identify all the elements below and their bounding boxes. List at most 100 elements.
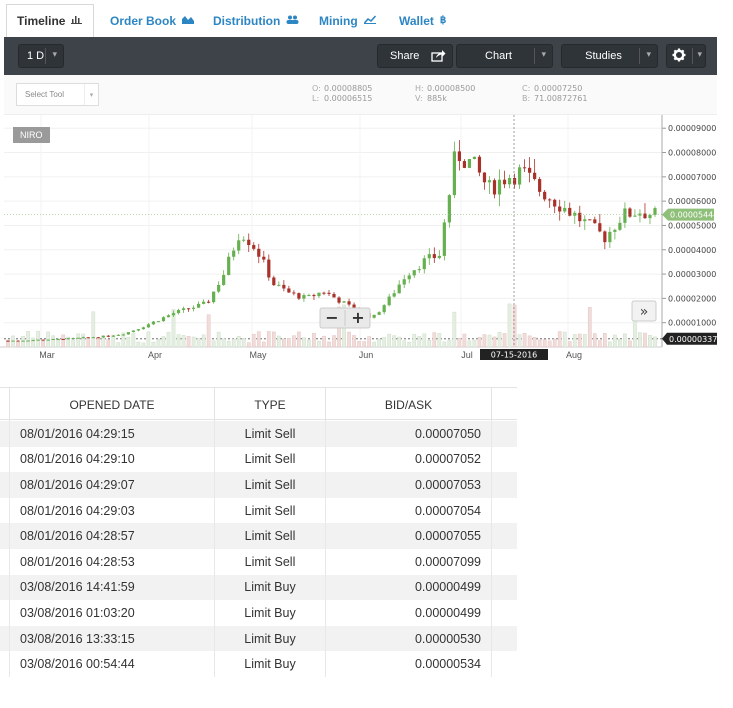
candle-body (387, 296, 391, 306)
opened-date-cell: 03/08/2016 14:41:59 (10, 574, 215, 601)
candle-body (126, 332, 130, 335)
volume-bar (628, 340, 632, 348)
candle-body (648, 214, 652, 219)
candle-body (603, 231, 607, 243)
candle-body (196, 303, 201, 308)
x-tick-label: Jul (461, 350, 473, 360)
volume-bar (106, 339, 111, 348)
table-row[interactable]: 03/08/2016 13:33:15 Limit Buy 0.00000530 (0, 625, 517, 652)
app-root: Timeline Order Book Distribution Mining … (0, 0, 733, 708)
table-row[interactable]: 08/01/2016 04:29:15 Limit Sell 0.00007050 (0, 421, 517, 447)
type-cell: Limit Sell (215, 472, 326, 498)
table-row[interactable]: 03/08/2016 14:41:59 Limit Buy 0.00000499 (0, 574, 517, 601)
table-row[interactable]: 03/08/2016 01:03:20 Limit Buy 0.00000499 (0, 600, 517, 626)
table-row[interactable]: 08/01/2016 04:28:57 Limit Sell 0.00007055 (0, 523, 517, 549)
candle-body (186, 308, 191, 310)
row-gutter (0, 600, 10, 626)
volume-bar (582, 334, 587, 348)
tab-mining[interactable]: Mining (309, 4, 386, 37)
price-chart[interactable]: 0.00009000 0.00008000 0.00007000 0.00006000… (0, 115, 733, 365)
candle-body (452, 151, 456, 196)
y-tick-label: 0.00001000 (668, 319, 716, 328)
y-tick-label: 0.00009000 (668, 124, 716, 133)
volume-bar (276, 335, 281, 348)
volume-bar (532, 337, 537, 348)
candle-body (227, 256, 231, 275)
volume-bar (161, 336, 166, 348)
candle-body (11, 340, 15, 342)
header-cell-blank (0, 388, 10, 421)
volume-bar (362, 341, 366, 348)
candle-body (467, 158, 472, 168)
volume-bar (597, 340, 602, 348)
btc-volume-label: B: (522, 94, 531, 103)
bid-ask-cell: 0.00007054 (326, 497, 492, 524)
share-button[interactable]: Share (377, 44, 453, 68)
chart-type-select[interactable]: Chart ▾ (456, 44, 553, 68)
candle-body (71, 337, 75, 339)
tab-order-book[interactable]: Order Book (100, 4, 204, 37)
header-bid-ask[interactable]: BID/ASK (326, 388, 492, 421)
settings-button[interactable]: ▾ (666, 44, 706, 68)
candle-body (653, 208, 657, 215)
open-label: O: (312, 84, 321, 93)
candle-body (86, 337, 90, 339)
candlestick-chart-svg[interactable]: 0.00009000 0.00008000 0.00007000 0.00006000… (0, 115, 733, 365)
volume-bar (251, 333, 256, 348)
candle-body (497, 179, 502, 195)
candle-body (593, 219, 597, 224)
zoom-out-button[interactable]: − (325, 308, 338, 327)
volume-bar (36, 330, 40, 348)
volume-bar (166, 331, 171, 348)
candle-body (6, 340, 10, 342)
candle-body (111, 335, 115, 337)
volume-bar (457, 337, 462, 348)
tab-timeline[interactable]: Timeline (6, 4, 94, 37)
candle-body (131, 330, 135, 333)
tab-label: Timeline (17, 14, 66, 28)
row-tail (492, 472, 517, 498)
candle-body (618, 222, 622, 230)
volume-bar (592, 333, 597, 348)
header-type[interactable]: TYPE (215, 388, 326, 421)
tab-bar: Timeline Order Book Distribution Mining … (0, 0, 733, 37)
volume-bar (156, 339, 161, 348)
table-row[interactable]: 08/01/2016 04:29:07 Limit Sell 0.00007053 (0, 472, 517, 498)
row-gutter (0, 651, 10, 677)
table-row[interactable]: 08/01/2016 04:28:53 Limit Sell 0.00007099 (0, 549, 517, 575)
volume-bar (417, 336, 422, 348)
tab-distribution[interactable]: Distribution (203, 4, 309, 37)
zoom-in-button[interactable]: + (351, 308, 364, 327)
volume-bar (648, 335, 652, 348)
volume-bar (517, 334, 522, 348)
volume-bar (31, 337, 35, 348)
row-tail (492, 600, 517, 626)
candle-body (277, 284, 281, 286)
volume-bar (382, 337, 387, 348)
select-tool-label: Select Tool (25, 90, 64, 99)
volume-bar (638, 332, 642, 348)
table-row[interactable]: 03/08/2016 00:54:44 Limit Buy 0.00000534 (0, 651, 517, 677)
x-tick-label: Aug (566, 350, 582, 360)
current-price-label: 0.00005444 (670, 211, 718, 220)
bid-ask-cell: 0.00007053 (326, 472, 492, 498)
volume-bar (256, 331, 261, 348)
header-opened-date[interactable]: OPENED DATE (10, 388, 215, 421)
opened-date-cell: 08/01/2016 04:29:10 (10, 446, 215, 473)
candle-body (427, 254, 431, 259)
studies-select[interactable]: Studies ▾ (561, 44, 658, 68)
tab-wallet[interactable]: Wallet ฿ (389, 4, 456, 37)
volume-bar (402, 340, 407, 348)
volume-bar (91, 311, 96, 348)
y-tick-label: 0.00005000 (668, 221, 716, 230)
volume-bar (522, 333, 527, 348)
select-tool-dropdown[interactable]: Select Tool ▾ (16, 83, 99, 106)
candle-body (588, 219, 592, 221)
volume-bar (246, 342, 251, 348)
bid-ask-cell: 0.00007099 (326, 549, 492, 575)
volume-bar (96, 337, 101, 348)
table-row[interactable]: 08/01/2016 04:29:03 Limit Sell 0.00007054 (0, 497, 517, 524)
interval-select[interactable]: 1 D ▾ (18, 44, 64, 68)
table-row[interactable]: 08/01/2016 04:29:10 Limit Sell 0.00007052 (0, 446, 517, 473)
candle-body (51, 339, 55, 341)
